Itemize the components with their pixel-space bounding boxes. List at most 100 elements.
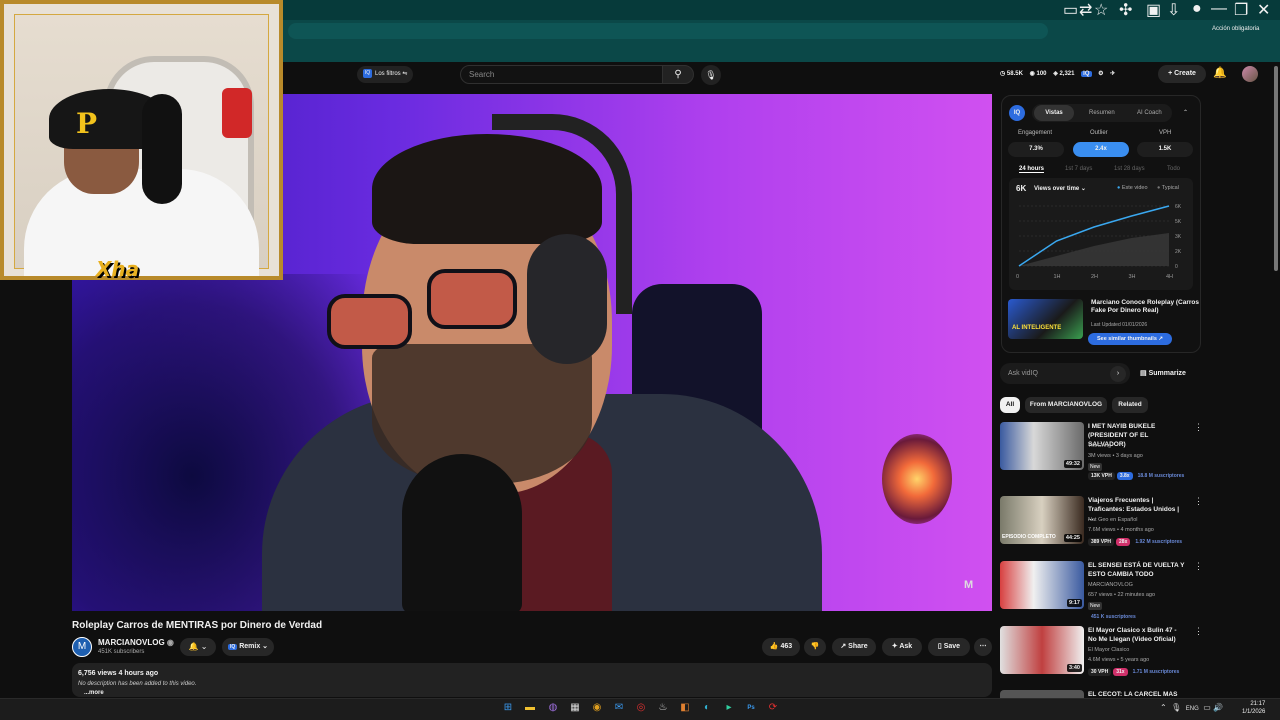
discord-icon[interactable]: ◍ (545, 700, 561, 716)
terminal-icon[interactable]: ▸ (721, 700, 737, 716)
list-item[interactable]: EL CECOT: LA CARCEL MAS (1000, 690, 1200, 698)
summarize-button[interactable]: ▤ Summarize (1140, 369, 1186, 377)
chevron-up-icon[interactable]: ⌃ (1160, 703, 1167, 712)
chrome-icon[interactable]: ◉ (589, 700, 605, 716)
video-thumbnail[interactable]: 3:40 (1000, 626, 1084, 674)
list-item[interactable]: 3:40 El Mayor Clasico x Bulin 47 - No Me… (1000, 626, 1203, 686)
x-tick-label: 3H (1129, 274, 1136, 280)
video-channel[interactable]: El Mayor Clasico (1088, 647, 1129, 653)
more-actions-button[interactable]: ⋯ (974, 638, 992, 656)
share-button[interactable]: ↗ Share (832, 638, 876, 656)
steam-icon[interactable]: ♨ (655, 700, 671, 716)
channel-avatar[interactable]: M (72, 637, 92, 657)
more-icon[interactable]: ⋮ (1194, 561, 1203, 572)
score-stat: ◉ 100 (1029, 71, 1047, 77)
like-button[interactable]: 👍 463 (762, 638, 800, 656)
channel-watermark[interactable]: M (964, 579, 984, 599)
rocket-icon[interactable]: ✈ (1110, 71, 1115, 77)
search-input[interactable]: Search (460, 65, 663, 84)
y-tick-label: 0 (1175, 264, 1178, 270)
views-chart: 6K Views over time ⌄ ● Este video ● Typi… (1009, 178, 1193, 290)
vidiq-video-thumbnail[interactable]: AL INTELIGENTE (1008, 299, 1083, 339)
range-24-hours[interactable]: 24 hours (1019, 166, 1045, 173)
account-avatar[interactable] (1242, 66, 1258, 82)
more-icon[interactable]: ⋮ (1194, 422, 1203, 433)
remix-button[interactable]: IQ Remix ⌄ (222, 638, 274, 656)
search-icon[interactable]: ⚲ (662, 65, 694, 84)
bookmark-star-icon[interactable]: ☆ (1094, 0, 1108, 20)
video-thumbnail[interactable]: EPISODIO COMPLETO 44:25 (1000, 496, 1084, 544)
list-item[interactable]: 49:32 I MET NAYIB BUKELE (PRESIDENT OF E… (1000, 422, 1203, 482)
sidebar-icon[interactable]: ▣ (1146, 0, 1161, 20)
capture-icon[interactable]: ⟳ (765, 700, 781, 716)
chip-all[interactable]: All (1000, 397, 1020, 413)
ask-button[interactable]: ✦ Ask (882, 638, 922, 656)
list-item[interactable]: 9:17 EL SENSEI ESTÁ DE VUELTA Y ESTO CAM… (1000, 561, 1203, 621)
range-all[interactable]: Todo (1167, 166, 1180, 172)
profile-icon[interactable]: ● (1192, 0, 1202, 18)
tab-resumen[interactable]: Resumen (1089, 105, 1115, 121)
maximize-button[interactable]: ❐ (1234, 0, 1248, 20)
more-icon[interactable]: ⋮ (1194, 496, 1203, 507)
obs-icon[interactable]: ◎ (633, 700, 649, 716)
mail-icon[interactable]: ✉ (611, 700, 627, 716)
download-icon[interactable]: ⇩ (1167, 0, 1180, 20)
volume-icon[interactable]: 🔊 (1213, 703, 1223, 712)
send-arrow-icon[interactable]: › (1110, 366, 1126, 382)
microphone-icon[interactable]: 🎙 (701, 65, 721, 85)
edge-icon[interactable]: ◐ (699, 700, 715, 716)
monitor-icon[interactable]: ▭ (1203, 703, 1211, 712)
video-channel[interactable]: TheGrefg (1088, 443, 1111, 449)
action-required-label[interactable]: Acción obligatoria (1212, 26, 1259, 32)
chip-from-channel[interactable]: From MARCIANOVLOG (1025, 397, 1107, 413)
more-icon[interactable]: ⋮ (1194, 626, 1203, 637)
vidiq-icon[interactable]: IQ (1081, 71, 1092, 77)
video-title[interactable]: El Mayor Clasico x Bulin 47 - No Me Lleg… (1088, 626, 1186, 644)
video-thumbnail[interactable] (1000, 690, 1084, 698)
omnibox[interactable] (288, 23, 1048, 39)
see-similar-thumbnails-button[interactable]: See similar thumbnails ↗ (1088, 333, 1172, 345)
app-icon[interactable]: ◧ (677, 700, 693, 716)
collapse-icon[interactable]: ⌃ (1183, 105, 1188, 121)
minimize-button[interactable]: — (1211, 0, 1227, 18)
settings-icon[interactable]: ⚙ (1098, 71, 1103, 77)
extensions-icon[interactable]: ✣ (1119, 0, 1132, 20)
clock[interactable]: 21:17 1/1/2026 (1242, 700, 1265, 716)
video-thumbnail[interactable]: 49:32 (1000, 422, 1084, 470)
video-channel[interactable]: Nat Geo en Español (1088, 517, 1138, 523)
notifications-bell-icon[interactable]: 🔔 (1213, 66, 1227, 79)
duration-badge: 9:17 (1066, 599, 1082, 607)
close-button[interactable]: ✕ (1257, 0, 1270, 20)
language-indicator[interactable]: ENG (1186, 706, 1199, 712)
cast-icon[interactable]: ▭ (1063, 0, 1078, 20)
start-icon[interactable]: ⊞ (500, 700, 516, 716)
tab-vistas[interactable]: Vistas (1034, 105, 1074, 121)
show-more-link[interactable]: ...more (84, 690, 104, 696)
description-box[interactable] (72, 663, 992, 697)
tab-ai-coach[interactable]: AI Coach (1137, 105, 1162, 121)
filters-button[interactable]: IQ Los filtros ⇋ (357, 66, 414, 83)
photoshop-icon[interactable]: Ps (743, 700, 759, 716)
dislike-button[interactable]: 👎 (804, 638, 826, 656)
file-explorer-icon[interactable]: ▬ (522, 700, 538, 716)
glasses-left-lens (327, 294, 412, 349)
range-7-days[interactable]: 1st 7 days (1065, 166, 1092, 172)
create-button[interactable]: + Create (1158, 65, 1206, 83)
save-button[interactable]: ▯ Save (928, 638, 970, 656)
translate-icon[interactable]: ⇄ (1079, 0, 1092, 20)
video-channel[interactable]: MARCIANOVLOG (1088, 582, 1133, 588)
video-title[interactable]: EL SENSEI ESTÁ DE VUELTA Y ESTO CAMBIA T… (1088, 561, 1186, 579)
video-title[interactable]: EL CECOT: LA CARCEL MAS (1088, 690, 1186, 698)
mic-tray-icon[interactable]: 🎙 (1171, 703, 1181, 712)
chip-related[interactable]: Related (1112, 397, 1148, 413)
subscribe-bell-button[interactable]: 🔔 ⌄ (180, 638, 216, 656)
list-item[interactable]: EPISODIO COMPLETO 44:25 Viajeros Frecuent… (1000, 496, 1203, 556)
video-thumbnail[interactable]: 9:17 (1000, 561, 1084, 609)
video-meta: 4.6M views • 5 years ago (1088, 657, 1150, 663)
channel-name[interactable]: MARCIANOVLOG ◉ (98, 638, 174, 647)
vidiq-logo: IQ (1009, 105, 1025, 121)
video-meta: 657 views • 22 minutes ago (1088, 592, 1156, 598)
range-28-days[interactable]: 1st 28 days (1114, 166, 1145, 172)
store-icon[interactable]: ▦ (567, 700, 583, 716)
scrollbar-thumb[interactable] (1274, 66, 1278, 271)
